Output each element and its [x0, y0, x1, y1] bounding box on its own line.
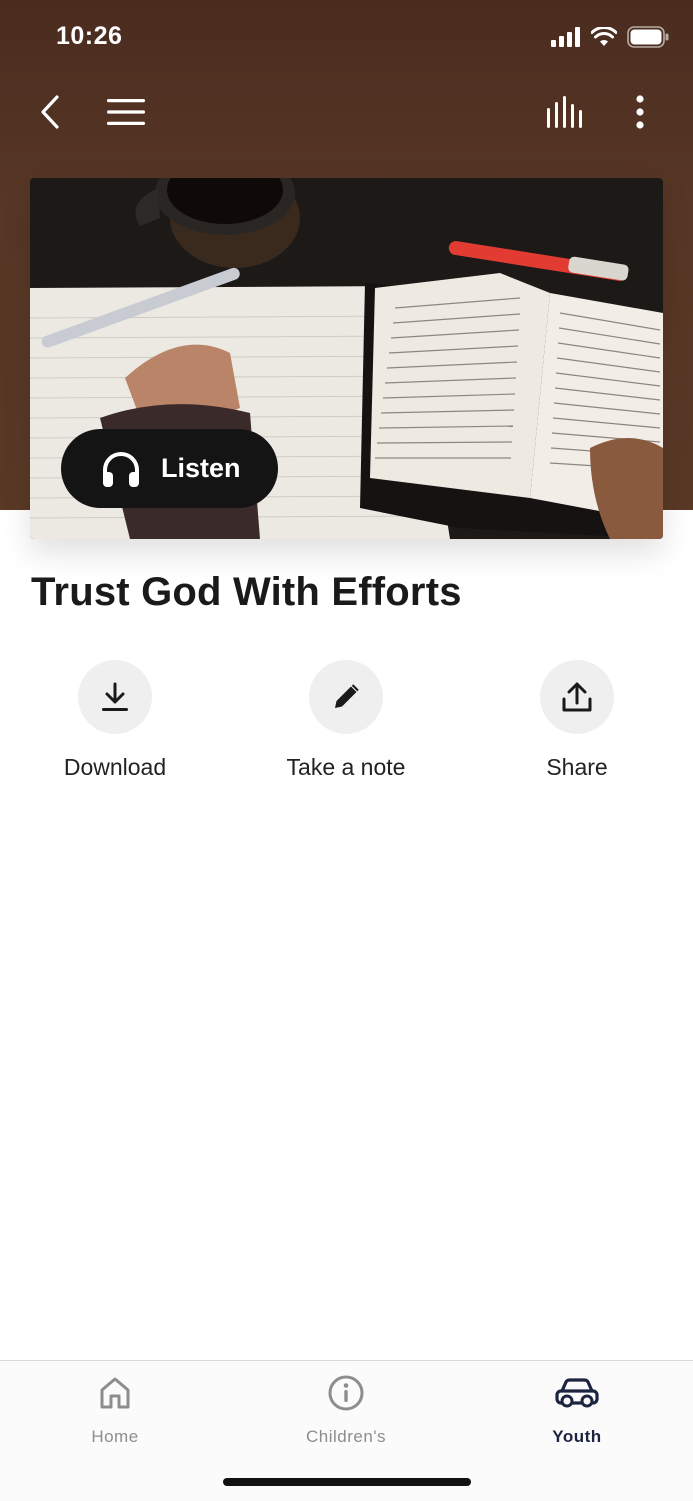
listen-label: Listen [161, 453, 241, 483]
share-button[interactable] [540, 660, 614, 734]
tab-childrens-label: Children's [305, 1427, 387, 1446]
pencil-icon [335, 684, 359, 708]
wifi-icon [591, 27, 617, 46]
take-note-label: Take a note [286, 754, 406, 780]
back-icon [41, 95, 59, 129]
download-label: Download [63, 754, 167, 780]
take-note-button[interactable] [309, 660, 383, 734]
menu-icon [107, 99, 145, 125]
tab-youth[interactable]: Youth [497, 1373, 657, 1447]
take-note-action[interactable]: Take a note [246, 660, 446, 781]
home-icon [100, 1377, 130, 1409]
back-button[interactable] [28, 90, 72, 134]
status-bar: 10:26 [0, 0, 693, 74]
headphones-icon [103, 451, 139, 487]
info-icon [328, 1375, 364, 1411]
more-options-button[interactable] [618, 90, 662, 134]
home-indicator [223, 1478, 471, 1486]
more-vertical-icon [636, 95, 644, 129]
status-time: 10:26 [56, 22, 123, 50]
battery-icon [627, 26, 669, 48]
nav-bar [0, 74, 693, 148]
hero-image: Listen [30, 178, 663, 539]
tab-home[interactable]: Home [35, 1373, 195, 1447]
car-icon [555, 1378, 599, 1408]
download-icon [102, 682, 128, 711]
download-action[interactable]: Download [15, 660, 215, 781]
share-label: Share [546, 754, 608, 780]
audio-button[interactable] [544, 90, 588, 134]
menu-button[interactable] [104, 90, 148, 134]
audio-bars-icon [547, 96, 582, 128]
tab-home-label: Home [91, 1427, 139, 1446]
cellular-signal-icon [551, 27, 580, 47]
listen-button[interactable]: Listen [61, 429, 278, 508]
status-icons [551, 26, 669, 48]
tab-youth-label: Youth [552, 1427, 602, 1446]
share-action[interactable]: Share [477, 660, 677, 781]
share-icon [562, 682, 592, 712]
page-title: Trust God With Efforts [31, 570, 462, 614]
download-button[interactable] [78, 660, 152, 734]
tab-childrens[interactable]: Children's [266, 1373, 426, 1447]
